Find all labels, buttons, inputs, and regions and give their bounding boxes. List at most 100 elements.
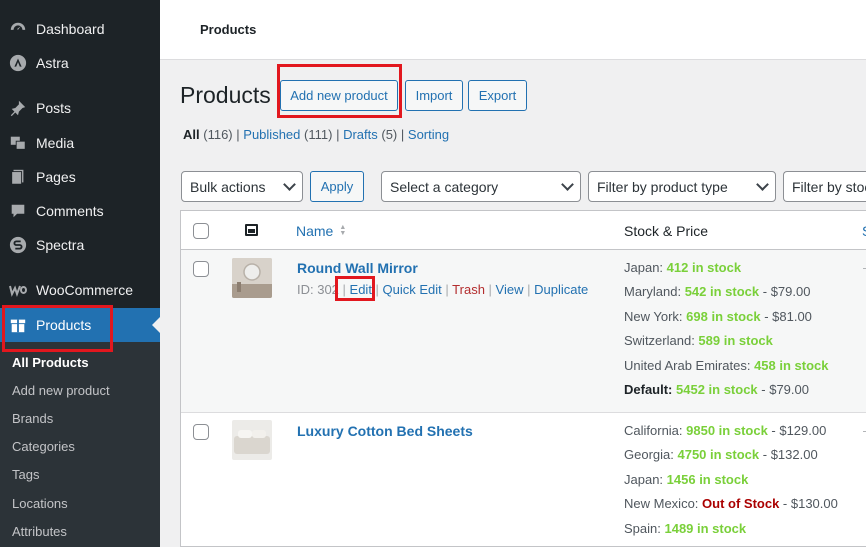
sidebar-item-astra[interactable]: Astra (0, 46, 160, 80)
export-button[interactable]: Export (468, 80, 527, 111)
product-name-link[interactable]: Luxury Cotton Bed Sheets (297, 423, 473, 439)
filter-drafts-count: (5) (381, 127, 398, 142)
stock-status-value: Filter by stoc (792, 178, 866, 195)
sidebar-item-posts[interactable]: Posts (0, 91, 160, 125)
stock-line: Georgia: 4750 in stock - $132.00 (624, 447, 818, 462)
sidebar-item-woocommerce[interactable]: WooCommerce (0, 273, 160, 307)
stock-line: New Mexico: Out of Stock - $130.00 (624, 496, 838, 511)
stock-status: 458 in stock (754, 358, 829, 373)
sidebar-item-spectra[interactable]: Spectra (0, 228, 160, 262)
products-table: Name ▲▼ Stock & Price S Round Wall Mirro… (180, 210, 866, 547)
stock-price: - $81.00 (760, 309, 812, 324)
product-thumbnail[interactable] (232, 258, 272, 298)
stock-status: 4750 in stock (677, 447, 760, 462)
stock-line: California: 9850 in stock - $129.00 (624, 423, 826, 438)
stock-price: - $129.00 (767, 423, 827, 438)
sidebar-item-products[interactable]: Products (0, 308, 160, 342)
duplicate-link[interactable]: Duplicate (534, 282, 588, 297)
stock-status: 5452 in stock (676, 382, 758, 397)
stock-location: California: (624, 423, 687, 438)
sidebar-item-label: Spectra (36, 237, 85, 253)
product-name-link[interactable]: Round Wall Mirror (297, 260, 418, 276)
stock-location: United Arab Emirates: (624, 358, 755, 373)
stock-status: 9850 in stock (686, 423, 768, 438)
product-id: ID: 302 (297, 282, 339, 297)
trash-link[interactable]: Trash (452, 282, 485, 297)
column-name-sort[interactable]: Name ▲ ▼ (296, 223, 346, 239)
submenu-attributes[interactable]: Attributes (12, 524, 67, 539)
product-thumbnail[interactable] (232, 420, 272, 460)
stock-location: Japan: (624, 260, 667, 275)
column-name-label: Name (296, 223, 334, 239)
apply-button[interactable]: Apply (310, 171, 364, 202)
page-title: Products (180, 82, 271, 108)
media-icon (0, 134, 36, 152)
stock-line: Spain: 1489 in stock (624, 521, 746, 536)
chevron-down-icon (561, 178, 574, 191)
submenu-locations[interactable]: Locations (12, 496, 68, 511)
column-stock-price: Stock & Price (624, 223, 709, 239)
submenu-add-new-product[interactable]: Add new product (12, 383, 110, 398)
submenu-categories[interactable]: Categories (12, 439, 75, 454)
stock-status-select[interactable]: Filter by stoc (783, 171, 866, 202)
edit-link[interactable]: Edit (350, 282, 372, 297)
spectra-icon (0, 236, 36, 254)
filter-all[interactable]: All (183, 127, 200, 142)
filter-all-count: (116) (203, 127, 233, 142)
sidebar-item-dashboard[interactable]: Dashboard (0, 12, 160, 46)
sidebar-item-media[interactable]: Media (0, 126, 160, 160)
stock-line: Japan: 412 in stock (624, 260, 741, 275)
image-icon (245, 224, 258, 236)
submenu-all-products[interactable]: All Products (12, 355, 89, 370)
pages-icon (0, 168, 36, 186)
filter-published-count: (111) (304, 127, 333, 142)
breadcrumb: Products (200, 22, 257, 37)
column-next-header[interactable]: S (862, 223, 866, 239)
product-type-select[interactable]: Filter by product type (588, 171, 776, 202)
product-type-value: Filter by product type (597, 178, 728, 195)
woocommerce-icon (0, 283, 36, 297)
sidebar-item-label: Products (36, 317, 92, 333)
add-new-product-button[interactable]: Add new product (280, 80, 398, 111)
filter-separator: | (400, 127, 405, 142)
row-checkbox[interactable] (193, 424, 209, 440)
quick-edit-link[interactable]: Quick Edit (383, 282, 442, 297)
row-actions: ID: 302 | Edit | Quick Edit | Trash | Vi… (297, 282, 589, 297)
filter-sorting[interactable]: Sorting (408, 127, 449, 142)
import-button[interactable]: Import (405, 80, 463, 111)
stock-status: 698 in stock (686, 309, 761, 324)
stock-status: 1456 in stock (666, 472, 749, 487)
stock-line: Switzerland: 589 in stock (624, 333, 773, 348)
submenu-tags[interactable]: Tags (12, 467, 39, 482)
filter-published[interactable]: Published (243, 127, 300, 142)
submenu-brands[interactable]: Brands (12, 411, 53, 426)
row-checkbox[interactable] (193, 261, 209, 277)
sidebar-item-label: Media (36, 135, 75, 151)
table-header: Name ▲▼ Stock & Price S (181, 211, 866, 250)
stock-location: Maryland: (624, 284, 685, 299)
filter-drafts[interactable]: Drafts (343, 127, 378, 142)
stock-line: Japan: 1456 in stock (624, 472, 748, 487)
stock-location: New York: (624, 309, 687, 324)
sidebar-item-label: Dashboard (36, 21, 105, 37)
bulk-actions-value: Bulk actions (190, 178, 266, 195)
status-filters: All (116) | Published (111) | Drafts (5)… (183, 127, 449, 142)
stock-location: New Mexico: (624, 496, 703, 511)
bulk-actions-select[interactable]: Bulk actions (181, 171, 303, 202)
stock-status: 1489 in stock (664, 521, 747, 536)
stock-location: Georgia: (624, 447, 678, 462)
stock-location: Spain: (624, 521, 665, 536)
admin-sidebar: Dashboard Astra Posts Media Pages Commen… (0, 0, 160, 547)
sidebar-item-pages[interactable]: Pages (0, 160, 160, 194)
select-all-checkbox[interactable] (193, 223, 209, 239)
stock-price: - $132.00 (759, 447, 818, 462)
sidebar-item-comments[interactable]: Comments (0, 194, 160, 228)
products-icon (0, 316, 36, 334)
stock-location: Japan: (624, 472, 667, 487)
top-bar: Products (160, 0, 866, 60)
category-select[interactable]: Select a category (381, 171, 581, 202)
stock-status: 589 in stock (698, 333, 773, 348)
stock-price: - $79.00 (759, 284, 811, 299)
view-link[interactable]: View (496, 282, 524, 297)
stock-line: New York: 698 in stock - $81.00 (624, 309, 812, 324)
